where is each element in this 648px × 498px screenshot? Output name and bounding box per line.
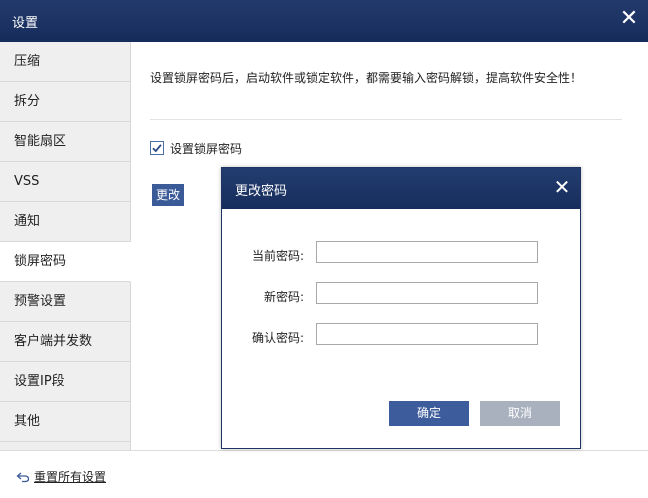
sidebar-item-ip-range[interactable]: 设置IP段 <box>0 362 130 402</box>
sidebar-item-lock-password[interactable]: 锁屏密码 <box>0 242 131 282</box>
dialog-close-icon[interactable]: ✕ <box>552 177 572 197</box>
window-close-icon[interactable]: ✕ <box>618 8 640 30</box>
lock-description: 设置锁屏密码后，启动软件或锁定软件，都需要输入密码解锁，提高软件安全性！ <box>150 71 583 85</box>
new-password-input[interactable] <box>316 282 538 304</box>
section-divider <box>150 119 622 120</box>
sidebar-item-smart-sector[interactable]: 智能扇区 <box>0 122 130 162</box>
sidebar-item-label: 预警设置 <box>14 294 67 309</box>
lock-password-option: 设置锁屏密码 <box>150 140 242 156</box>
sidebar-item-label: 客户端并发数 <box>14 334 93 349</box>
window-title: 设置 <box>12 16 39 31</box>
change-password-dialog: 更改密码 ✕ 当前密码: 新密码: 确认密码: 确定 取消 <box>221 167 581 449</box>
sidebar-item-label: 压缩 <box>14 54 41 69</box>
sidebar-item-label: 设置IP段 <box>14 374 65 389</box>
sidebar-item-client-concurrency[interactable]: 客户端并发数 <box>0 322 130 362</box>
confirm-password-input[interactable] <box>316 323 538 345</box>
confirm-button[interactable]: 确定 <box>389 401 469 426</box>
sidebar-item-compress[interactable]: 压缩 <box>0 42 130 82</box>
lock-password-checkbox[interactable] <box>150 141 164 155</box>
current-password-input[interactable] <box>316 241 538 263</box>
dialog-title: 更改密码 <box>235 184 288 199</box>
sidebar-item-label: VSS <box>14 174 40 189</box>
footer-bar: 重置所有设置 <box>0 450 648 498</box>
settings-sidebar: 压缩 拆分 智能扇区 VSS 通知 锁屏密码 预警设置 客户端并发数 设置IP段… <box>0 42 131 450</box>
checkmark-icon <box>152 144 162 153</box>
cancel-button[interactable]: 取消 <box>480 401 560 426</box>
sidebar-item-label: 拆分 <box>14 94 41 109</box>
sidebar-item-split[interactable]: 拆分 <box>0 82 130 122</box>
sidebar-item-vss[interactable]: VSS <box>0 162 130 202</box>
sidebar-item-alert[interactable]: 预警设置 <box>0 282 130 322</box>
undo-arrow-icon <box>16 472 30 482</box>
reset-all-settings-label: 重置所有设置 <box>34 470 107 484</box>
dialog-titlebar: 更改密码 ✕ <box>222 168 580 209</box>
lock-password-checkbox-label: 设置锁屏密码 <box>170 141 243 156</box>
sidebar-item-label: 智能扇区 <box>14 134 67 149</box>
confirm-password-label: 确认密码: <box>251 331 304 345</box>
reset-all-settings-link[interactable]: 重置所有设置 <box>16 468 106 485</box>
sidebar-item-other[interactable]: 其他 <box>0 402 130 442</box>
window-titlebar: 设置 ✕ <box>0 0 648 42</box>
sidebar-item-label: 锁屏密码 <box>14 254 67 269</box>
current-password-label: 当前密码: <box>251 249 304 263</box>
sidebar-item-label: 其他 <box>14 414 41 429</box>
change-password-button[interactable]: 更改 <box>152 184 184 206</box>
sidebar-item-notify[interactable]: 通知 <box>0 202 130 242</box>
new-password-label: 新密码: <box>263 290 304 304</box>
sidebar-item-label: 通知 <box>14 214 41 229</box>
